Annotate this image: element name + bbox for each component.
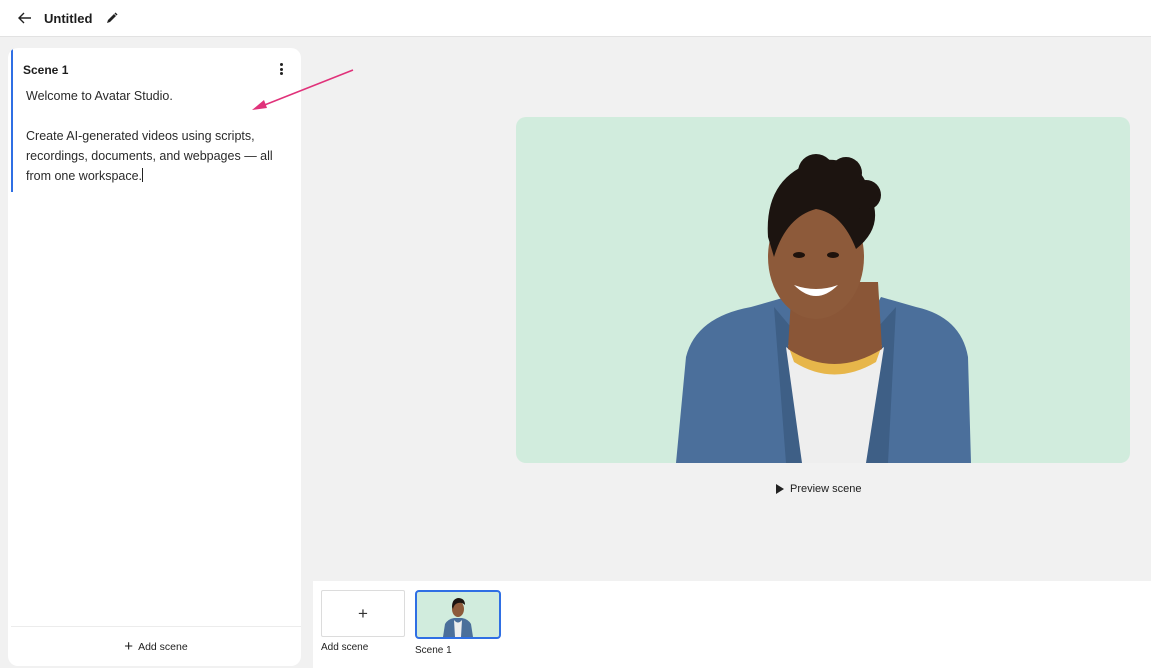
back-button[interactable] [16,9,34,27]
scene-timeline: + Add scene Scene 1 [313,581,1151,668]
scene-title: Scene 1 [23,63,69,77]
arrow-left-icon [18,12,31,24]
edit-title-button[interactable] [104,10,120,26]
scene-script-card[interactable]: Scene 1 Welcome to Avatar Studio. Create… [11,48,301,192]
scene-menu-button[interactable] [275,61,287,77]
avatar-image [676,154,971,463]
preview-scene-button[interactable]: Preview scene [776,480,862,498]
plus-icon: + [358,603,368,623]
scene-thumbnail[interactable] [415,590,501,639]
script-paragraph: Welcome to Avatar Studio. [26,89,173,103]
more-vertical-icon [279,63,283,66]
add-scene-label: Add scene [138,640,188,653]
preview-scene-label: Preview scene [790,483,862,495]
scene-preview-canvas [516,117,1130,463]
add-scene-button[interactable]: + Add scene [11,626,301,666]
add-scene-tile-label: Add scene [321,642,369,653]
avatar-thumbnail-image [443,598,473,637]
text-caret [142,168,144,182]
pencil-icon [107,12,118,23]
project-title[interactable]: Untitled [44,11,92,26]
top-bar: Untitled [0,0,1151,37]
scene-thumbnail-label: Scene 1 [415,645,452,656]
script-editor[interactable]: Welcome to Avatar Studio. Create AI-gene… [26,86,276,206]
script-paragraph: Create AI-generated videos using scripts… [26,129,273,183]
play-icon [776,484,784,494]
script-panel: Scene 1 Welcome to Avatar Studio. Create… [8,48,301,666]
plus-icon: + [124,638,134,655]
add-scene-tile[interactable]: + [321,590,405,637]
